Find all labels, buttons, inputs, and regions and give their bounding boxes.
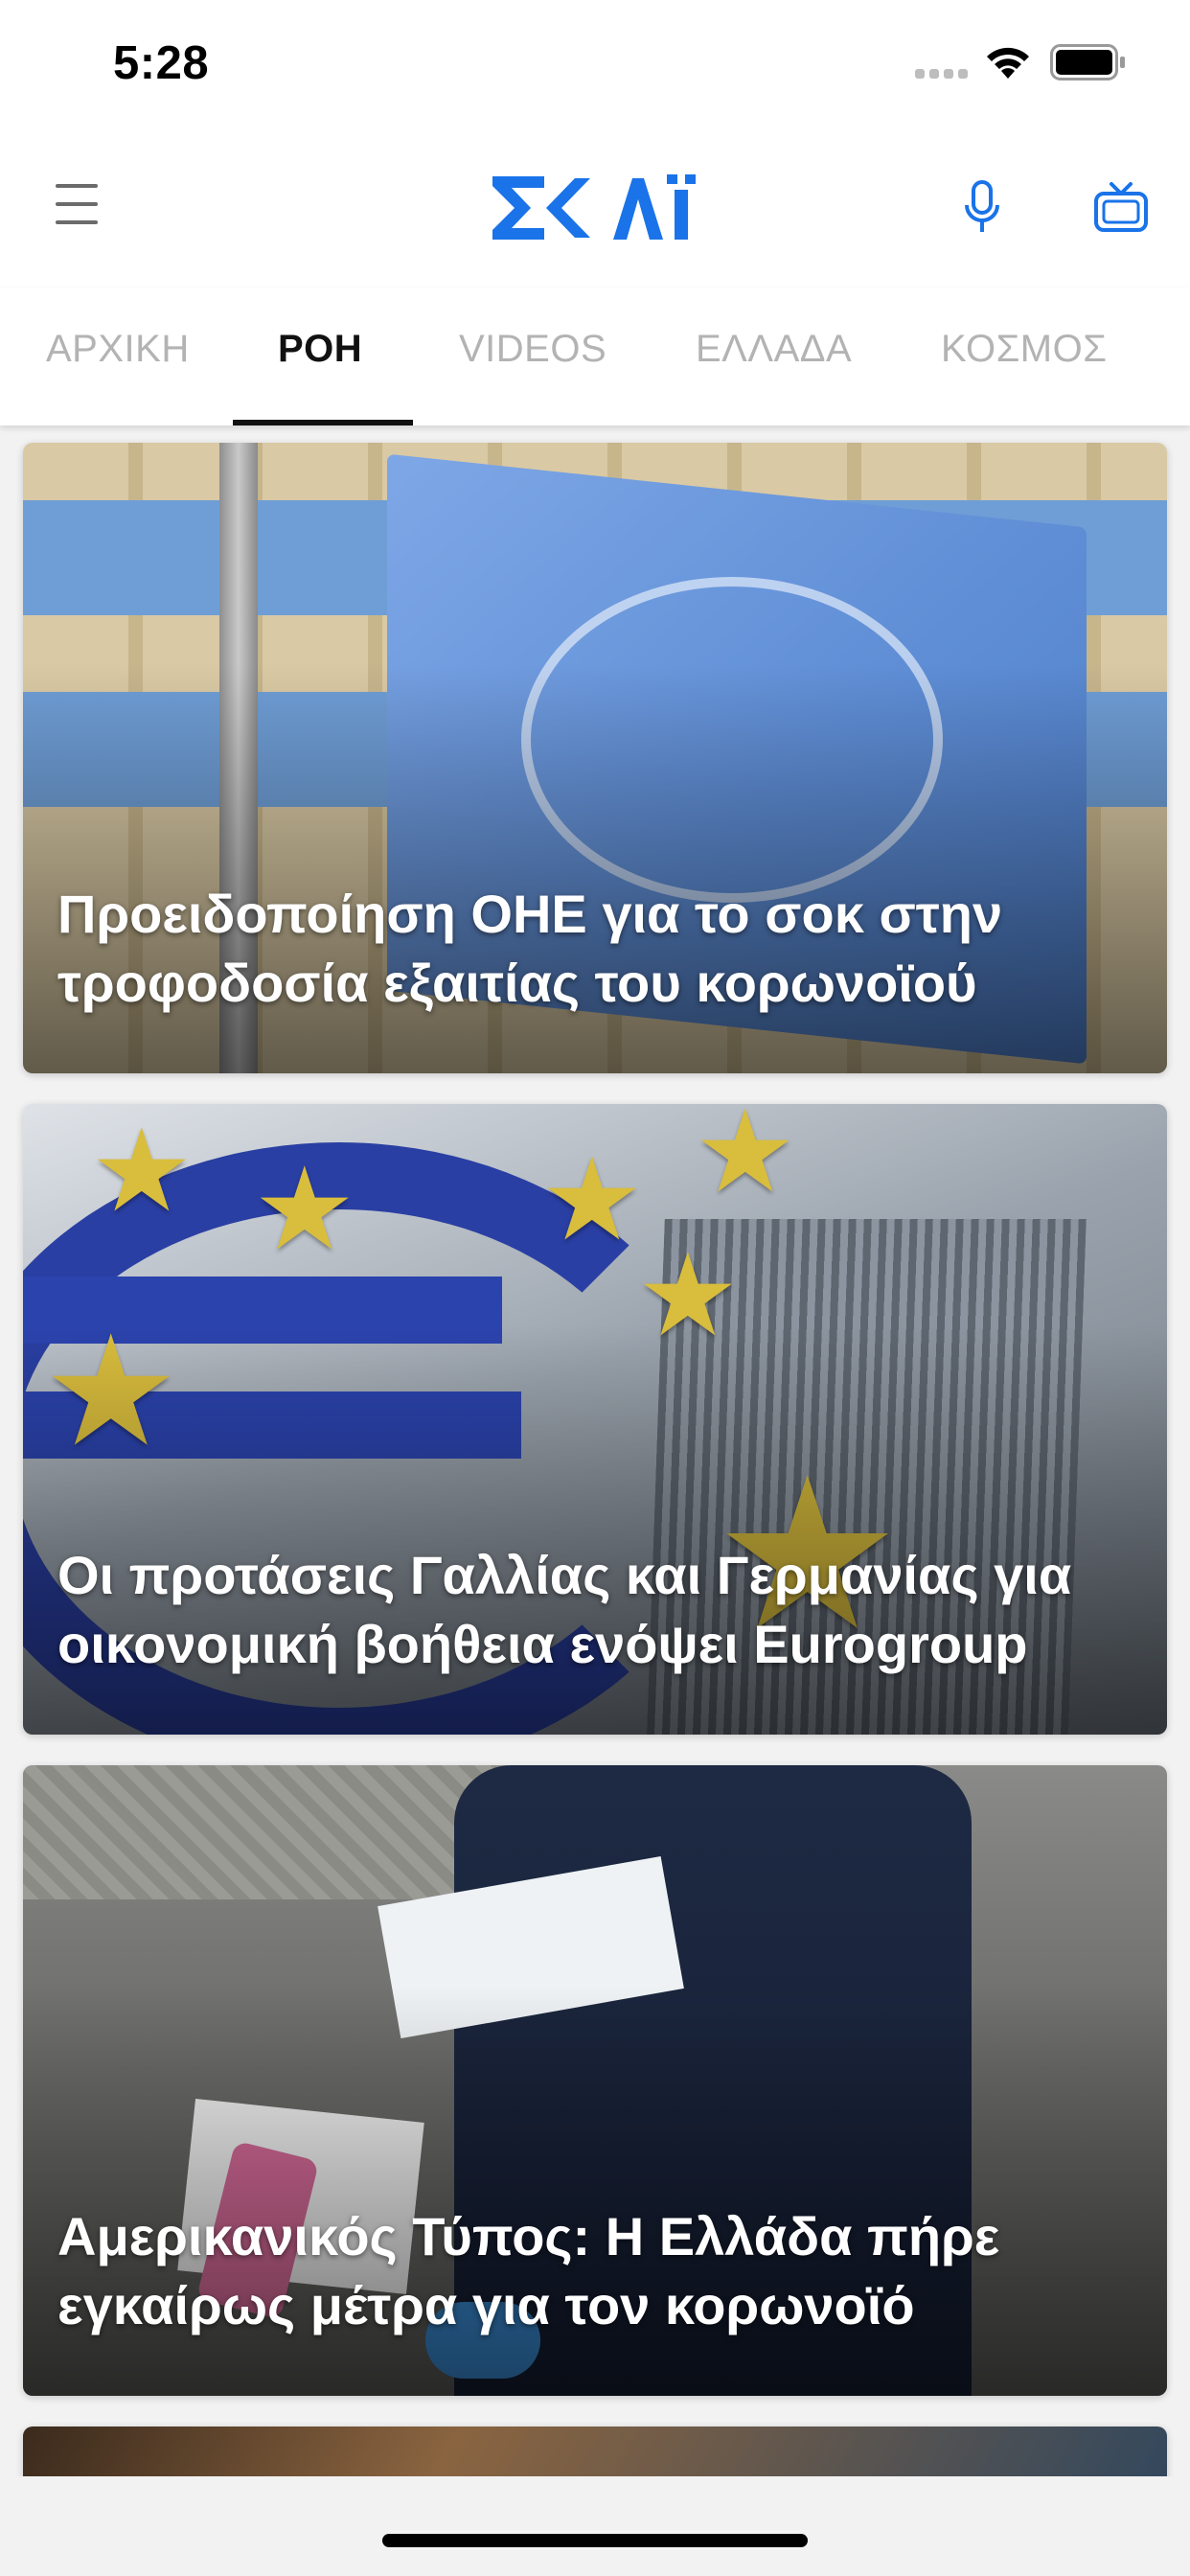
tab-roi[interactable]: ΡΟΗ (278, 328, 362, 371)
tab-ellada[interactable]: ΕΛΛΑΔΑ (696, 328, 852, 371)
article-image (23, 2426, 1167, 2476)
microphone-icon[interactable] (963, 180, 1001, 236)
app-header (0, 125, 1190, 288)
article-headline: Προειδοποίηση ΟΗΕ για το σοκ στην τροφοδ… (57, 884, 1003, 1013)
wifi-icon (987, 47, 1029, 79)
article-card[interactable] (23, 2426, 1167, 2476)
cellular-signal-icon (915, 69, 968, 79)
tv-icon[interactable] (1094, 180, 1148, 234)
section-tabs: ΑΡΧΙΚΗ ΡΟΗ VIDEOS ΕΛΛΑΔΑ ΚΟΣΜΟΣ (0, 288, 1190, 426)
tab-videos[interactable]: VIDEOS (459, 328, 606, 371)
menu-button[interactable] (56, 184, 102, 230)
article-card[interactable]: ★ ★ ★ ★ ★ ★ ★ Οι προτάσεις Γαλλίας και Γ… (23, 1104, 1167, 1735)
article-card[interactable]: Αμερικανικός Τύπος: Η Ελλάδα πήρε εγκαίρ… (23, 1765, 1167, 2396)
tab-archiki[interactable]: ΑΡΧΙΚΗ (46, 328, 190, 371)
article-card[interactable]: Προειδοποίηση ΟΗΕ για το σοκ στην τροφοδ… (23, 443, 1167, 1073)
home-indicator[interactable] (382, 2534, 808, 2547)
skai-logo[interactable] (491, 174, 698, 242)
news-feed[interactable]: Προειδοποίηση ΟΗΕ για το σοκ στην τροφοδ… (0, 426, 1190, 2476)
tab-kosmos[interactable]: ΚΟΣΜΟΣ (941, 328, 1107, 371)
active-tab-indicator (233, 420, 413, 426)
article-headline: Αμερικανικός Τύπος: Η Ελλάδα πήρε εγκαίρ… (57, 2206, 1000, 2335)
article-headline: Οι προτάσεις Γαλλίας και Γερμανίας για ο… (57, 1545, 1072, 1674)
home-indicator-area (0, 2476, 1190, 2576)
status-time: 5:28 (113, 37, 210, 89)
status-bar: 5:28 (0, 0, 1190, 125)
battery-icon (1050, 44, 1125, 80)
hamburger-icon (56, 184, 102, 224)
